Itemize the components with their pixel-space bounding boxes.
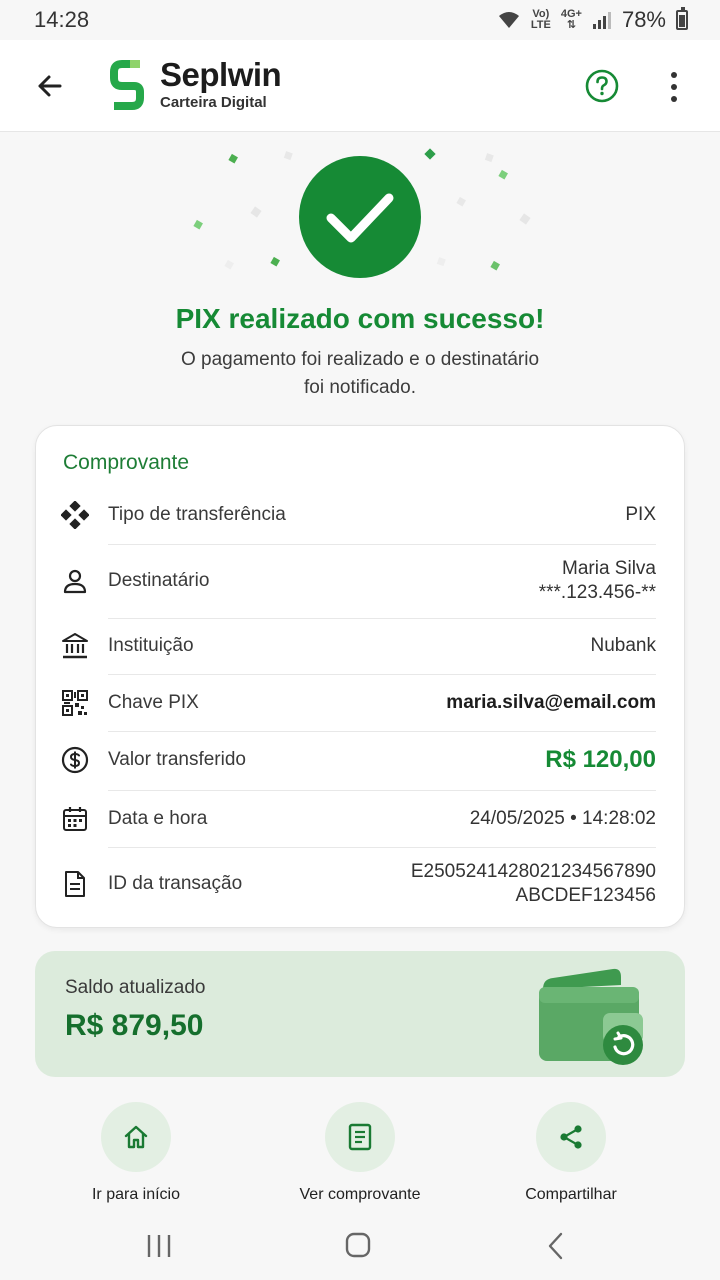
status-bar: 14:28 Vo) LTE 4G+ ⇅ 78% (0, 0, 720, 40)
row-value: R$ 120,00 (545, 746, 656, 773)
divider (108, 847, 656, 848)
divider (108, 731, 656, 732)
calendar-icon (56, 804, 94, 834)
receipt-row-transfer-type: Tipo de transferência PIX (56, 500, 656, 530)
transaction-id-line2: ABCDEF123456 (515, 885, 656, 906)
bank-icon (56, 631, 94, 661)
row-value: maria.silva@email.com (446, 692, 656, 713)
success-title: PIX realizado com sucesso! (175, 303, 545, 334)
success-check-icon (299, 156, 421, 278)
qr-code-icon (56, 688, 94, 718)
recipient-document: ***.123.456-** (538, 582, 656, 603)
receipt-row-amount: Valor transferido R$ 120,00 (56, 745, 656, 775)
row-label: Destinatário (108, 570, 210, 591)
brand-name: Seplwin (160, 56, 282, 93)
row-value: Nubank (590, 635, 657, 656)
go-home-button[interactable]: Ir para início (46, 1102, 226, 1204)
receipt-row-datetime: Data e hora 24/05/2025 • 14:28:02 (56, 804, 656, 834)
more-options-icon[interactable] (662, 70, 686, 104)
balance-value: R$ 879,50 (65, 1009, 204, 1042)
balance-card: Saldo atualizado R$ 879,50 (35, 951, 685, 1077)
share-label[interactable]: Compartilhar (481, 1186, 661, 1204)
signal-icon (592, 12, 611, 29)
view-receipt-label[interactable]: Ver comprovante (270, 1186, 450, 1204)
diamond-grid-icon (56, 500, 94, 530)
battery-icon (676, 7, 688, 30)
row-value: E2505241428021234567890 ABCDEF123456 (411, 860, 656, 908)
home-nav-icon[interactable] (338, 1229, 378, 1263)
success-message: O pagamento foi realizado e o destinatár… (180, 349, 540, 398)
battery-percent: 78% (621, 7, 666, 32)
document-icon (56, 869, 94, 899)
brand-subtitle: Carteira Digital (160, 94, 267, 111)
dollar-circle-icon (56, 745, 94, 775)
divider (108, 674, 656, 675)
divider (108, 790, 656, 791)
receipt-title: Comprovante (63, 451, 190, 474)
row-label: Tipo de transferência (108, 504, 286, 525)
go-home-label[interactable]: Ir para início (46, 1186, 226, 1204)
help-icon[interactable] (584, 68, 620, 104)
status-time: 14:28 (34, 7, 90, 32)
receipt-icon[interactable] (325, 1102, 395, 1172)
divider (108, 618, 656, 619)
row-label: ID da transação (108, 873, 243, 894)
system-nav-bar (0, 1215, 720, 1280)
receipt-row-institution: Instituição Nubank (56, 631, 656, 661)
receipt-row-pix-key: Chave PIX maria.silva@email.com (56, 688, 656, 718)
row-label: Data e hora (108, 808, 208, 829)
transaction-id-line1: E2505241428021234567890 (410, 861, 656, 882)
brand: Seplwin Carteira Digital (160, 56, 282, 111)
back-nav-icon[interactable] (537, 1229, 577, 1263)
volte-indicator: Vo) LTE (530, 8, 551, 31)
divider (108, 544, 656, 545)
share-button[interactable]: Compartilhar (481, 1102, 661, 1204)
wifi-icon (498, 12, 519, 28)
share-icon[interactable] (536, 1102, 606, 1172)
seplwin-logo-icon (110, 60, 144, 110)
row-label: Valor transferido (108, 749, 246, 770)
wallet-icon (539, 968, 643, 1065)
home-icon[interactable] (101, 1102, 171, 1172)
recipient-name: Maria Silva (562, 558, 656, 579)
network-indicator: 4G+ ⇅ (560, 8, 582, 31)
row-label: Instituição (108, 635, 194, 656)
receipt-row-transaction-id: ID da transação E2505241428021234567890 … (56, 860, 656, 908)
view-receipt-button[interactable]: Ver comprovante (270, 1102, 450, 1204)
receipt-row-recipient: Destinatário Maria Silva ***.123.456-** (56, 557, 656, 605)
row-label: Chave PIX (108, 692, 199, 713)
row-value: PIX (625, 504, 656, 525)
row-value: Maria Silva ***.123.456-** (539, 557, 656, 605)
app-bar: Seplwin Carteira Digital (0, 40, 720, 132)
recent-apps-icon[interactable] (139, 1229, 179, 1263)
balance-label: Saldo atualizado (65, 977, 206, 998)
person-icon (56, 566, 94, 596)
receipt-card: Comprovante Tipo de transferência PIX De… (35, 425, 685, 928)
status-icons: Vo) LTE 4G+ ⇅ 78% (497, 7, 688, 33)
back-arrow-icon[interactable] (30, 66, 70, 106)
row-value: 24/05/2025 • 14:28:02 (469, 808, 656, 829)
